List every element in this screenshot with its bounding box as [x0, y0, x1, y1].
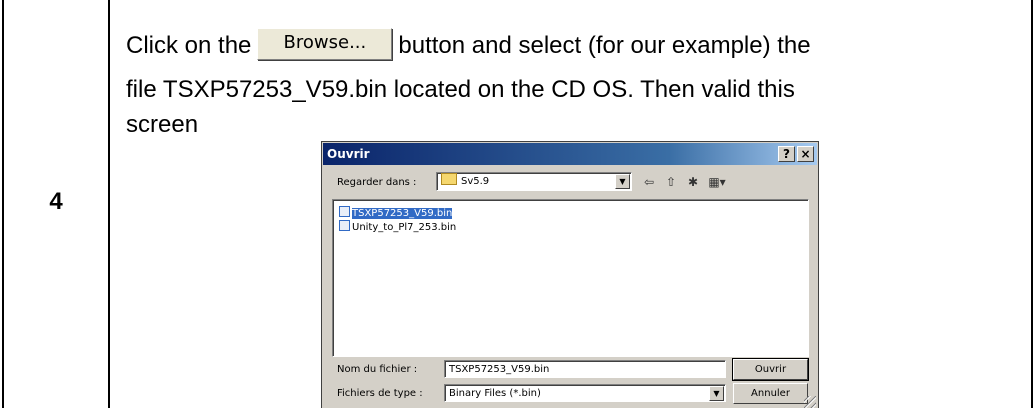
new-folder-icon[interactable]: ✱	[684, 174, 702, 190]
file-icon	[339, 206, 350, 217]
look-in-label: Regarder dans :	[337, 177, 417, 188]
dialog-title: Ouvrir	[327, 147, 370, 161]
close-button[interactable]: ×	[797, 146, 814, 162]
open-button[interactable]: Ouvrir	[732, 358, 809, 381]
filetype-label: Fichiers de type :	[337, 388, 423, 399]
file-name: Unity_to_Pl7_253.bin	[352, 222, 457, 233]
step-number: 4	[49, 188, 63, 215]
back-icon[interactable]: ⇦	[640, 174, 658, 190]
look-in-value: Sv5.9	[461, 176, 490, 187]
cancel-button[interactable]: Annuler	[733, 383, 808, 404]
browse-button-image: Browse...	[257, 28, 393, 60]
list-item[interactable]: Unity_to_Pl7_253.bin	[339, 220, 458, 233]
instruction-before-button: Click on the	[126, 32, 252, 59]
filename-label: Nom du fichier :	[337, 364, 418, 375]
column-divider	[108, 0, 110, 408]
filetype-combo[interactable]: Binary Files (*.bin) ▼	[444, 384, 726, 402]
instruction-line-3: screen	[126, 111, 199, 138]
list-item[interactable]: TSXP57253_V59.bin	[339, 206, 454, 219]
open-file-dialog: Ouvrir ? × Regarder dans : Sv5.9 ▼ ⇦ ⇧ ✱…	[321, 141, 819, 408]
resize-grip-icon[interactable]	[804, 396, 816, 408]
file-name: TSXP57253_V59.bin	[352, 208, 453, 219]
look-in-combo[interactable]: Sv5.9 ▼	[436, 172, 632, 191]
instruction-line-1: Click on the Browse... button and select (…	[126, 28, 1026, 72]
view-menu-icon[interactable]: ▦▾	[706, 174, 728, 190]
up-folder-icon[interactable]: ⇧	[662, 174, 680, 190]
instruction-line-2: file TSXP57253_V59.bin located on the CD…	[126, 76, 795, 103]
instruction-after-button: button and select (for our example) the	[398, 32, 811, 59]
folder-icon	[441, 173, 457, 185]
filename-field[interactable]: TSXP57253_V59.bin	[444, 360, 726, 378]
file-list[interactable]: TSXP57253_V59.bin Unity_to_Pl7_253.bin	[332, 199, 809, 357]
help-button[interactable]: ?	[778, 146, 795, 162]
instruction-text: Click on the Browse... button and select (…	[126, 28, 1026, 142]
chevron-down-icon[interactable]: ▼	[615, 174, 630, 189]
chevron-down-icon[interactable]: ▼	[709, 386, 724, 401]
file-icon	[339, 220, 350, 231]
dialog-titlebar[interactable]: Ouvrir ? ×	[323, 143, 817, 165]
filetype-value: Binary Files (*.bin)	[449, 388, 541, 399]
